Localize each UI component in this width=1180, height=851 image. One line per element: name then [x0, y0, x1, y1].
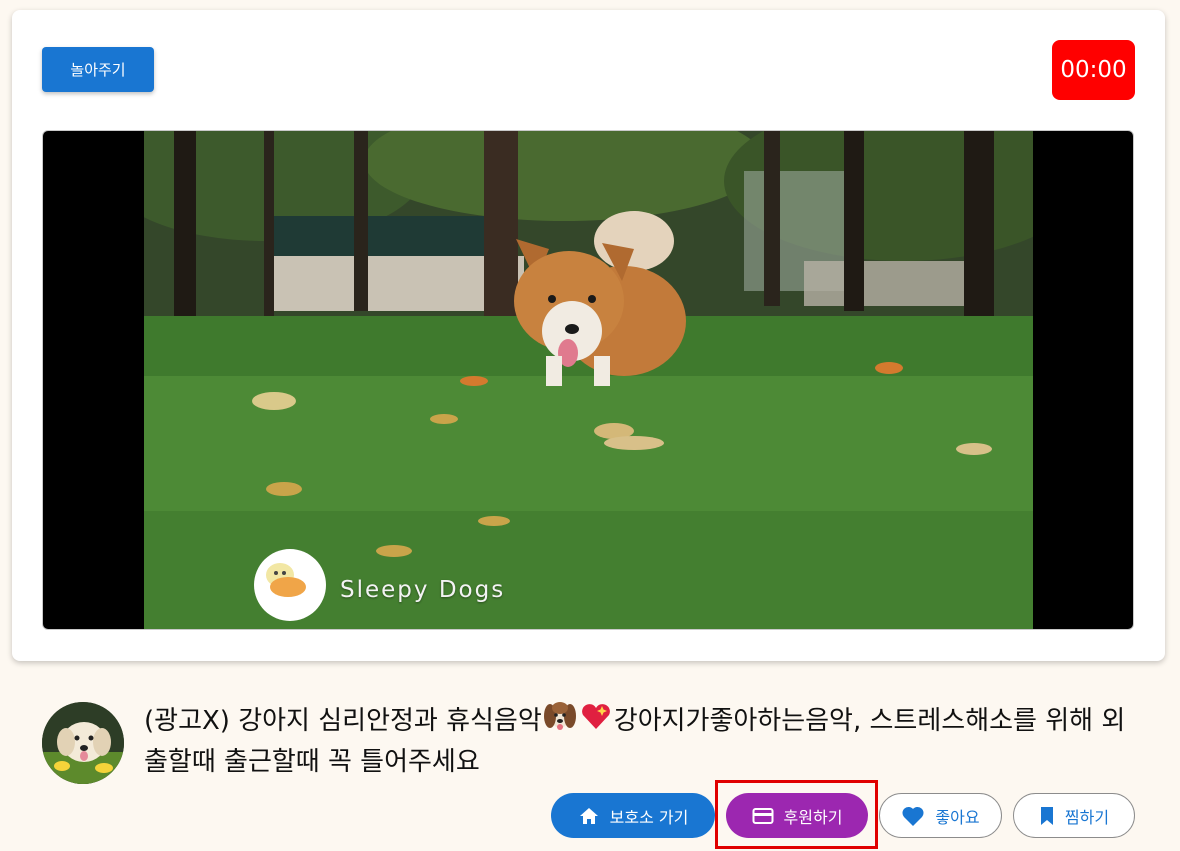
bookmark-button[interactable]: 찜하기: [1013, 793, 1135, 838]
title-text-part1: (광고X) 강아지 심리안정과 휴식음악: [144, 706, 542, 736]
go-shelter-label: 보호소 가기: [609, 807, 689, 827]
go-shelter-button[interactable]: 보호소 가기: [551, 793, 715, 838]
channel-avatar[interactable]: [42, 702, 124, 784]
player-card: 놀아주기 00:00 Sleepy Dogs: [12, 10, 1165, 661]
watermark-text: Sleepy Dogs: [340, 577, 506, 603]
bookmark-icon: [1039, 806, 1055, 826]
play-button[interactable]: 놀아주기: [42, 47, 154, 92]
donate-button[interactable]: 후원하기: [726, 793, 868, 838]
channel-logo: [254, 549, 326, 621]
timer-display: 00:00: [1052, 40, 1135, 100]
video-title: (광고X) 강아지 심리안정과 휴식음악 강아지가좋아하는음악, 스트레스해소를 …: [144, 700, 1134, 781]
heart-icon: [901, 805, 925, 827]
bookmark-label: 찜하기: [1064, 807, 1110, 827]
like-label: 좋아요: [935, 807, 980, 827]
home-icon: [578, 806, 600, 826]
like-button[interactable]: 좋아요: [879, 793, 1002, 838]
donate-label: 후원하기: [783, 807, 843, 827]
dog-face-icon: [543, 700, 577, 743]
credit-card-icon: [752, 807, 774, 825]
video-player[interactable]: Sleepy Dogs: [42, 130, 1134, 630]
video-frame: Sleepy Dogs: [144, 131, 1033, 629]
sparkling-heart-icon: [579, 700, 613, 743]
